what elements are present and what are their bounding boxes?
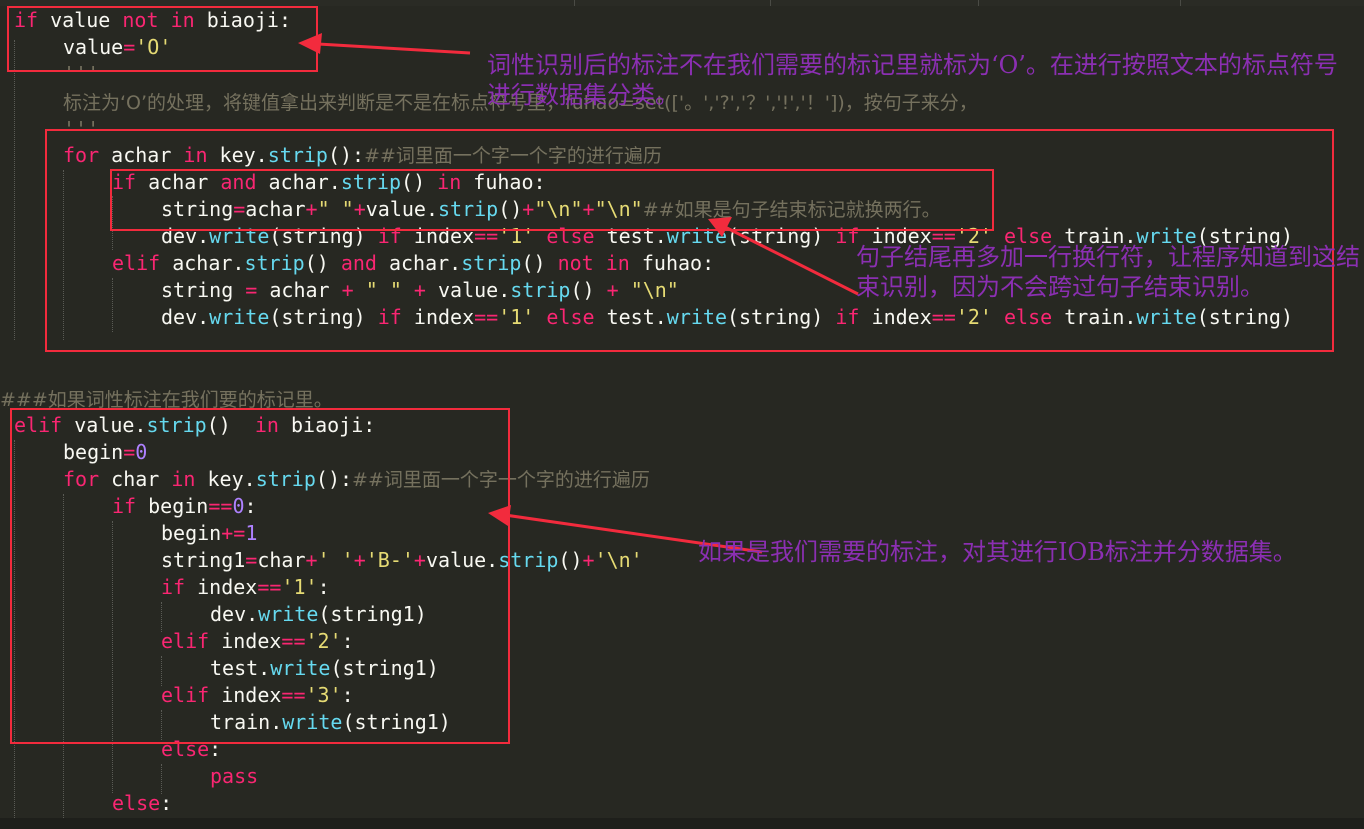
annotation-label-o: 词性识别后的标注不在我们需要的标记里就标为‘O’。在进行按照文本的标点符号进行数… — [487, 51, 1338, 109]
annotation-iob: 如果是我们需要的标注，对其进行IOB标注并分数据集。 — [698, 538, 1297, 566]
status-bar — [0, 818, 1364, 829]
code-editor[interactable]: if value not in biaoji: value='O' ''' 标注为‘O… — [0, 0, 1364, 829]
annotation-sentence-end: 句子结尾再多加一行换行符，让程序知道到这结束识别，因为不会跨过句子结束识别。 — [856, 243, 1360, 301]
annotation-arrows — [298, 33, 859, 554]
